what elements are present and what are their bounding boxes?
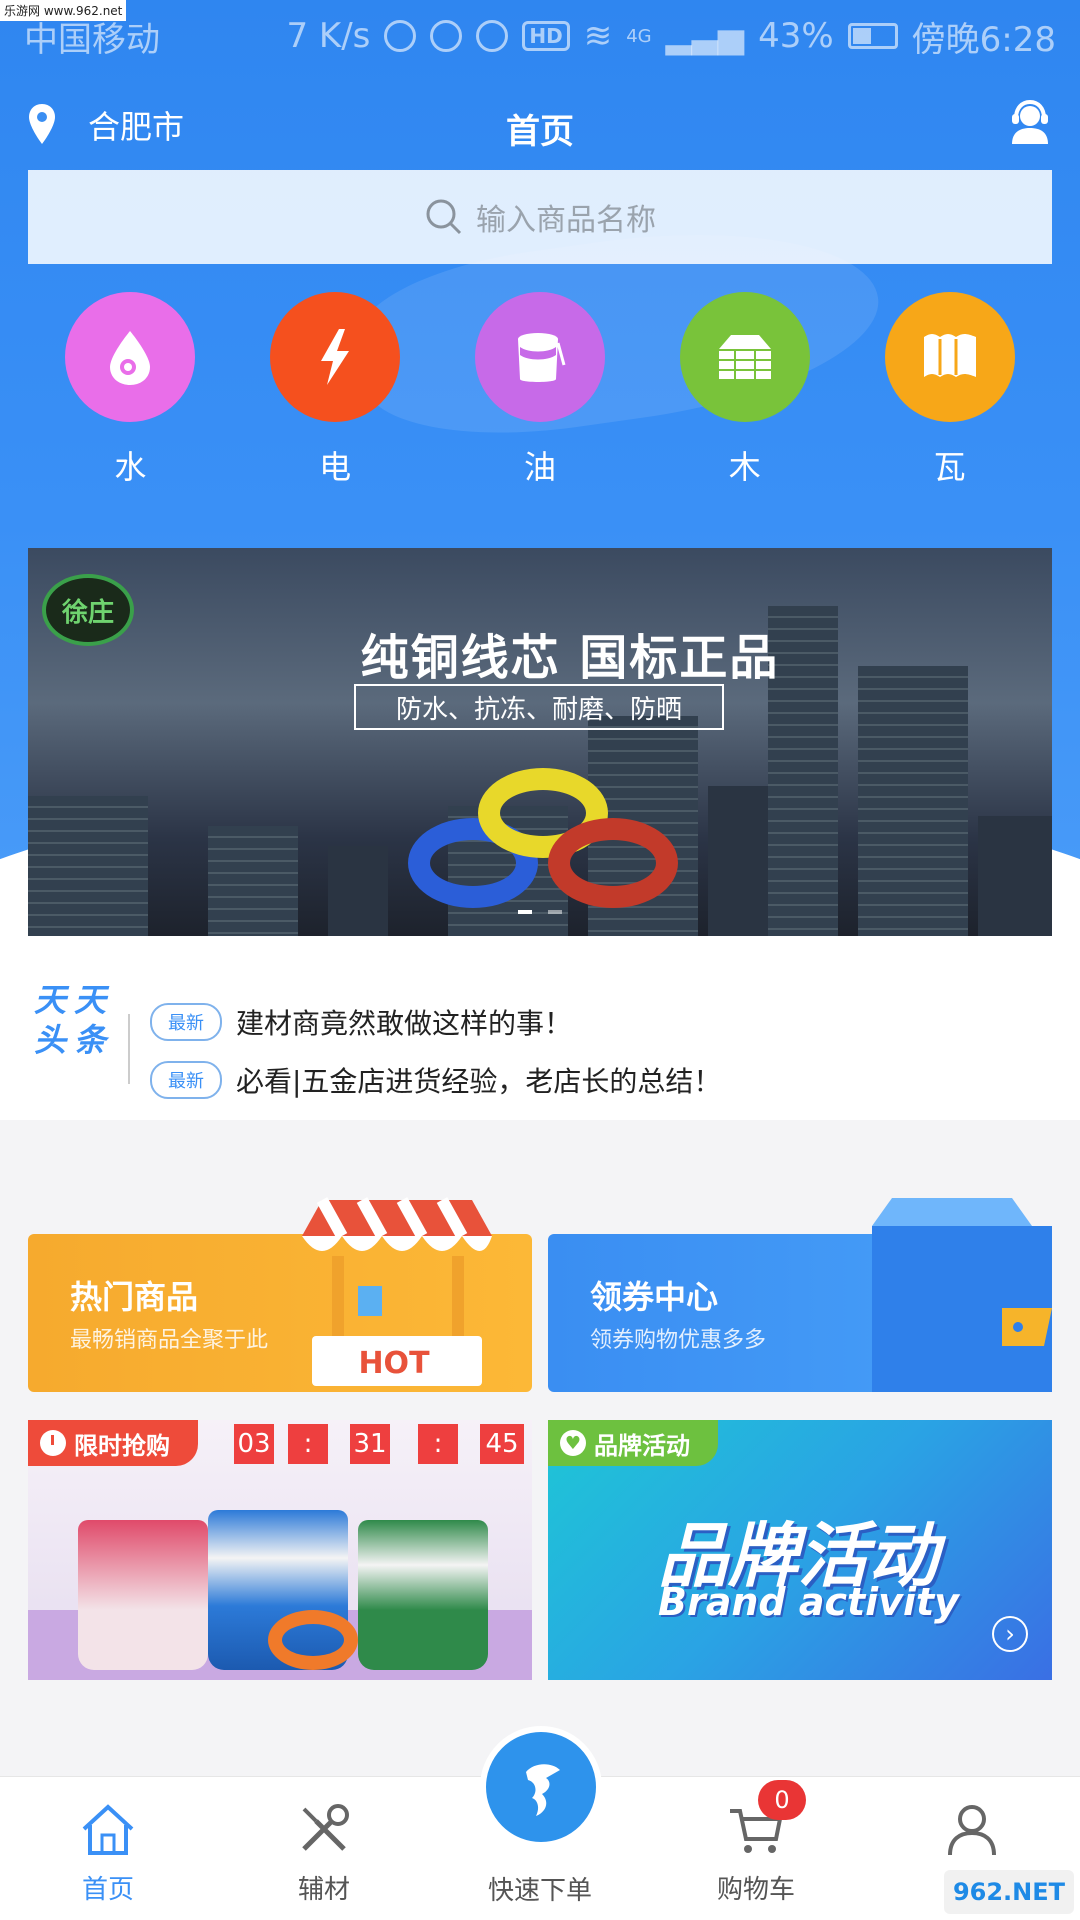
battery-percent: 43% bbox=[758, 16, 834, 56]
category-paint[interactable]: 油 bbox=[470, 292, 610, 488]
carousel-dot[interactable] bbox=[518, 910, 532, 914]
chevron-right-icon[interactable]: › bbox=[992, 1616, 1028, 1652]
tab-home[interactable]: 首页 bbox=[28, 1799, 188, 1906]
hd-icon: HD bbox=[522, 21, 570, 51]
carousel-indicator bbox=[28, 910, 1052, 914]
lightning-hand-icon bbox=[526, 1764, 560, 1816]
alarm-clock-icon bbox=[40, 1430, 66, 1456]
hot-label: HOT bbox=[358, 1346, 430, 1381]
brand-activity-tag: ♥ 品牌活动 bbox=[548, 1420, 718, 1466]
headline-item[interactable]: 最新 建材商竟然敢做这样的事！ bbox=[150, 1002, 572, 1042]
alarm-icon bbox=[476, 20, 509, 52]
countdown-separator: : bbox=[288, 1424, 328, 1464]
app-header: 合肥市 首页 bbox=[0, 88, 1080, 160]
clock-time: 傍晚6:28 bbox=[911, 19, 1056, 60]
paint-bucket-red bbox=[78, 1520, 208, 1670]
quick-order-label: 快速下单 bbox=[487, 1876, 592, 1906]
category-grid: 水 电 油 木 瓦 bbox=[0, 292, 1080, 488]
daily-headlines-logo: 天天 头条 bbox=[34, 981, 115, 1059]
headline-text: 建材商竟然敢做这样的事！ bbox=[236, 1007, 573, 1040]
search-placeholder: 输入商品名称 bbox=[476, 203, 656, 238]
hot-products-title: 热门商品 bbox=[70, 1278, 199, 1316]
wallet-icon bbox=[872, 1198, 1052, 1392]
wifi-icon: ≋ bbox=[583, 16, 613, 56]
customer-service-icon[interactable] bbox=[1006, 98, 1054, 146]
cart-count-badge: 0 bbox=[758, 1780, 806, 1820]
location-status-icon bbox=[430, 20, 463, 52]
brand-activity-subtitle: Brand activity bbox=[658, 1580, 959, 1624]
status-bar: 中国移动 7 K/s HD ≋ 4G ▂▃▅ 43% 傍晚6:28 bbox=[0, 0, 1080, 72]
banner-subtitle: 防水、抗冻、耐磨、防晒 bbox=[354, 684, 724, 730]
category-wood-circle bbox=[679, 292, 810, 422]
tab-profile[interactable] bbox=[892, 1799, 1052, 1869]
wire-coil-red bbox=[548, 818, 678, 908]
banner-title: 纯铜线芯 国标正品 bbox=[360, 630, 780, 686]
category-label: 瓦 bbox=[933, 448, 966, 486]
countdown-seconds: 45 bbox=[480, 1424, 524, 1464]
brand-activity-card[interactable]: ♥ 品牌活动 品牌活动 Brand activity › bbox=[548, 1420, 1052, 1680]
headline-item[interactable]: 最新 必看|五金店进货经验，老店长的总结！ bbox=[150, 1060, 721, 1100]
coupon-center-title: 领券中心 bbox=[590, 1278, 719, 1316]
paint-bucket-icon bbox=[517, 333, 566, 382]
category-label: 水 bbox=[114, 448, 147, 486]
countdown-hours: 03 bbox=[234, 1424, 274, 1464]
countdown-separator: : bbox=[418, 1424, 458, 1464]
tile-icon bbox=[923, 334, 976, 377]
tools-icon bbox=[302, 1804, 349, 1851]
hot-products-subtitle: 最畅销商品全聚于此 bbox=[70, 1328, 269, 1353]
water-drop-icon bbox=[110, 331, 151, 385]
category-label: 电 bbox=[319, 448, 352, 486]
heart-icon: ♥ bbox=[560, 1430, 586, 1456]
search-bar[interactable]: 输入商品名称 bbox=[28, 170, 1052, 264]
category-tile[interactable]: 瓦 bbox=[880, 292, 1020, 488]
home-icon bbox=[82, 1804, 134, 1855]
page-title: 首页 bbox=[506, 112, 574, 152]
coupon-center-subtitle: 领券购物优惠多多 bbox=[590, 1328, 767, 1353]
headset-icon bbox=[384, 20, 417, 52]
category-water-circle bbox=[65, 292, 196, 422]
coupon-center-card[interactable]: 领券中心 领券购物优惠多多 bbox=[548, 1196, 1052, 1392]
category-paint-circle bbox=[474, 292, 605, 422]
carousel-dot[interactable] bbox=[548, 910, 562, 914]
flash-sale-tag: 限时抢购 bbox=[28, 1420, 198, 1466]
search-icon bbox=[426, 199, 462, 235]
paint-bucket-green bbox=[358, 1520, 488, 1670]
network-speed: 7 K/s bbox=[286, 16, 371, 56]
cable-coil bbox=[268, 1610, 358, 1670]
network-type: 4G bbox=[626, 25, 652, 47]
lightning-icon bbox=[321, 329, 350, 385]
battery-icon bbox=[847, 23, 898, 49]
category-electric[interactable]: 电 bbox=[265, 292, 405, 488]
divider bbox=[128, 1014, 130, 1084]
flash-sale-card[interactable]: 限时抢购 03 : 31 : 45 bbox=[28, 1420, 532, 1680]
category-water[interactable]: 水 bbox=[60, 292, 200, 488]
category-electric-circle bbox=[270, 292, 401, 422]
new-tag: 最新 bbox=[150, 1003, 222, 1041]
site-watermark-logo: 962.NET bbox=[944, 1870, 1074, 1914]
hot-products-card[interactable]: 热门商品 最畅销商品全聚于此 HOT bbox=[28, 1196, 532, 1392]
promo-banner[interactable]: 徐庄 纯铜线芯 国标正品 防水、抗冻、耐磨、防晒 bbox=[28, 548, 1052, 936]
category-label: 油 bbox=[523, 448, 556, 486]
new-tag: 最新 bbox=[150, 1061, 222, 1099]
tab-materials[interactable]: 辅材 bbox=[244, 1799, 404, 1906]
signal-icon: ▂▃▅ bbox=[665, 16, 745, 56]
user-icon bbox=[948, 1805, 996, 1856]
headline-news: 天天 头条 最新 建材商竟然敢做这样的事！ 最新 必看|五金店进货经验，老店长的… bbox=[0, 940, 1080, 1120]
site-watermark: 乐游网 www.962.net bbox=[0, 0, 127, 21]
category-wood[interactable]: 木 bbox=[675, 292, 815, 488]
quick-order-button[interactable] bbox=[480, 1726, 602, 1848]
countdown-minutes: 31 bbox=[350, 1424, 390, 1464]
wood-planks-icon bbox=[718, 335, 771, 379]
headline-text: 必看|五金店进货经验，老店长的总结！ bbox=[236, 1065, 722, 1098]
category-tile-circle bbox=[884, 292, 1015, 422]
category-label: 木 bbox=[728, 448, 761, 486]
tab-cart[interactable]: 购物车 bbox=[676, 1799, 836, 1906]
